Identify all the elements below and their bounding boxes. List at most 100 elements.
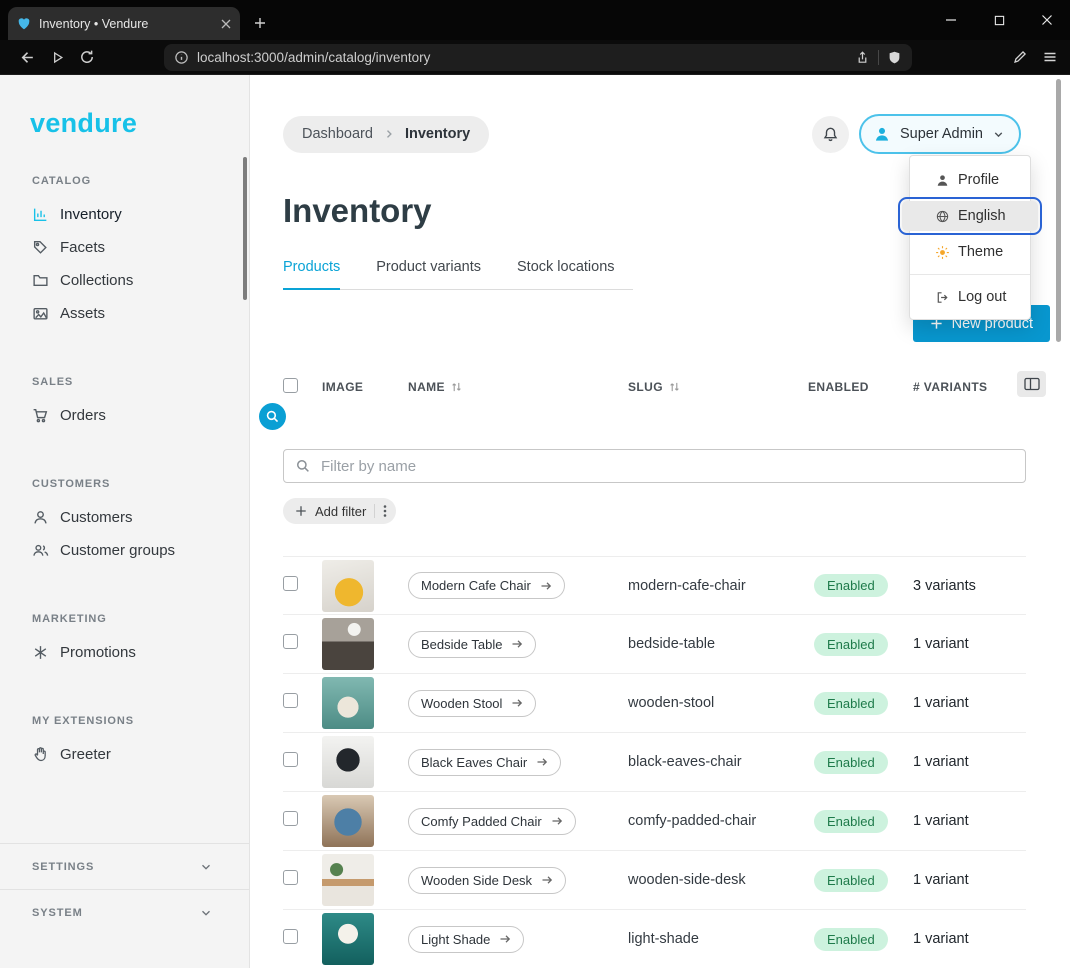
arrow-right-icon [499,933,511,945]
product-image [322,736,374,788]
menu-item-logout[interactable]: Log out [910,282,1030,312]
select-all-checkbox[interactable] [283,378,298,393]
menu-item-theme[interactable]: Theme [910,237,1030,267]
main-scrollbar[interactable] [1056,79,1061,342]
table-row: Light Shade light-shade Enabled 1 varian… [283,910,1026,968]
sidebar-item-label: Customers [60,509,133,526]
tab-products[interactable]: Products [283,259,340,290]
browser-navbar: localhost:3000/admin/catalog/inventory [0,40,1070,75]
close-icon[interactable] [1040,13,1054,27]
kebab-icon[interactable] [383,504,387,518]
pencil-icon[interactable] [1012,49,1028,65]
sidebar-item-customer-groups[interactable]: Customer groups [0,534,249,567]
user-menu-button[interactable]: Super Admin [859,114,1021,154]
sort-icon[interactable] [451,381,462,393]
new-tab-button[interactable] [246,9,274,37]
minimize-icon[interactable] [944,13,958,27]
sidebar-item-assets[interactable]: Assets [0,297,249,330]
tab-close-icon[interactable] [221,19,231,29]
status-badge: Enabled [814,574,888,597]
product-name-link[interactable]: Wooden Side Desk [408,867,566,894]
tag-icon [32,239,49,256]
sidebar-item-collections[interactable]: Collections [0,264,249,297]
menu-item-language[interactable]: English [902,201,1038,231]
sidebar-section-catalog: CATALOG Inventory Facets [0,175,249,330]
hand-icon [32,746,49,763]
main-content: Dashboard Inventory Super Admin [250,75,1070,968]
person-icon [935,173,950,188]
divider [878,50,879,65]
row-checkbox[interactable] [283,752,298,767]
arrow-right-icon [511,697,523,709]
variant-count: 1 variant [913,931,1026,947]
vendure-admin-app: vendure CATALOG Inventory Facets [0,75,1070,968]
product-name-link[interactable]: Wooden Stool [408,690,536,717]
row-checkbox[interactable] [283,870,298,885]
sidebar-section-system[interactable]: SYSTEM [0,889,249,935]
back-icon[interactable] [12,43,42,71]
forward-icon[interactable] [42,43,72,71]
arrow-right-icon [551,815,563,827]
sidebar-item-customers[interactable]: Customers [0,501,249,534]
row-checkbox[interactable] [283,693,298,708]
breadcrumb-inventory[interactable]: Inventory [405,126,470,142]
product-image [322,560,374,612]
screen: Inventory • Vendure [0,0,1070,968]
tab-product-variants[interactable]: Product variants [376,259,481,289]
url-bar[interactable]: localhost:3000/admin/catalog/inventory [164,44,912,71]
column-slug[interactable]: SLUG [628,380,808,394]
sidebar-scrollbar[interactable] [243,157,247,300]
table-header: IMAGE NAME SLUG ENABLED # VARIANTS [283,372,1026,402]
variant-count: 1 variant [913,872,1026,888]
sidebar-item-promotions[interactable]: Promotions [0,636,249,669]
vendure-favicon-icon [17,17,31,31]
notifications-button[interactable] [812,116,849,153]
menu-icon[interactable] [1042,49,1058,65]
window-controls [944,0,1058,40]
sidebar-item-greeter[interactable]: Greeter [0,738,249,771]
table-row: Bedside Table bedside-table Enabled 1 va… [283,615,1026,674]
product-name-link[interactable]: Comfy Padded Chair [408,808,576,835]
column-settings-button[interactable] [1017,371,1046,397]
sidebar-item-label: Assets [60,305,105,322]
url-text[interactable]: localhost:3000/admin/catalog/inventory [197,50,847,65]
sort-icon[interactable] [669,381,680,393]
chevron-down-icon [199,860,213,874]
browser-tab[interactable]: Inventory • Vendure [8,7,240,40]
sidebar-item-inventory[interactable]: Inventory [0,198,249,231]
row-checkbox[interactable] [283,634,298,649]
shield-icon[interactable] [887,50,902,65]
sidebar-section-settings[interactable]: SETTINGS [0,843,249,889]
status-badge: Enabled [814,810,888,833]
column-name[interactable]: NAME [408,380,628,394]
product-name-link[interactable]: Black Eaves Chair [408,749,561,776]
page-title: Inventory [283,192,432,230]
product-name-link[interactable]: Bedside Table [408,631,536,658]
product-name-link[interactable]: Modern Cafe Chair [408,572,565,599]
search-toggle-button[interactable] [259,403,286,430]
sun-icon [935,245,950,260]
tab-stock-locations[interactable]: Stock locations [517,259,615,289]
filter-bar [283,449,1026,483]
row-checkbox[interactable] [283,576,298,591]
section-label: CUSTOMERS [32,478,249,490]
section-label: CATALOG [32,175,249,187]
site-info-icon[interactable] [174,50,189,65]
menu-item-label: Profile [958,172,999,188]
table-row: Comfy Padded Chair comfy-padded-chair En… [283,792,1026,851]
product-name-link[interactable]: Light Shade [408,926,524,953]
section-label: MARKETING [32,613,249,625]
breadcrumb-dashboard[interactable]: Dashboard [302,126,373,142]
sidebar-item-facets[interactable]: Facets [0,231,249,264]
add-filter-button[interactable]: Add filter [283,498,396,524]
menu-item-profile[interactable]: Profile [910,165,1030,195]
topbar: Dashboard Inventory Super Admin [283,114,1021,154]
sidebar-item-orders[interactable]: Orders [0,399,249,432]
reload-icon[interactable] [72,43,102,71]
maximize-icon[interactable] [992,13,1006,27]
filter-input[interactable] [283,449,1026,483]
share-icon[interactable] [855,50,870,65]
row-checkbox[interactable] [283,929,298,944]
row-checkbox[interactable] [283,811,298,826]
sidebar: vendure CATALOG Inventory Facets [0,75,250,968]
